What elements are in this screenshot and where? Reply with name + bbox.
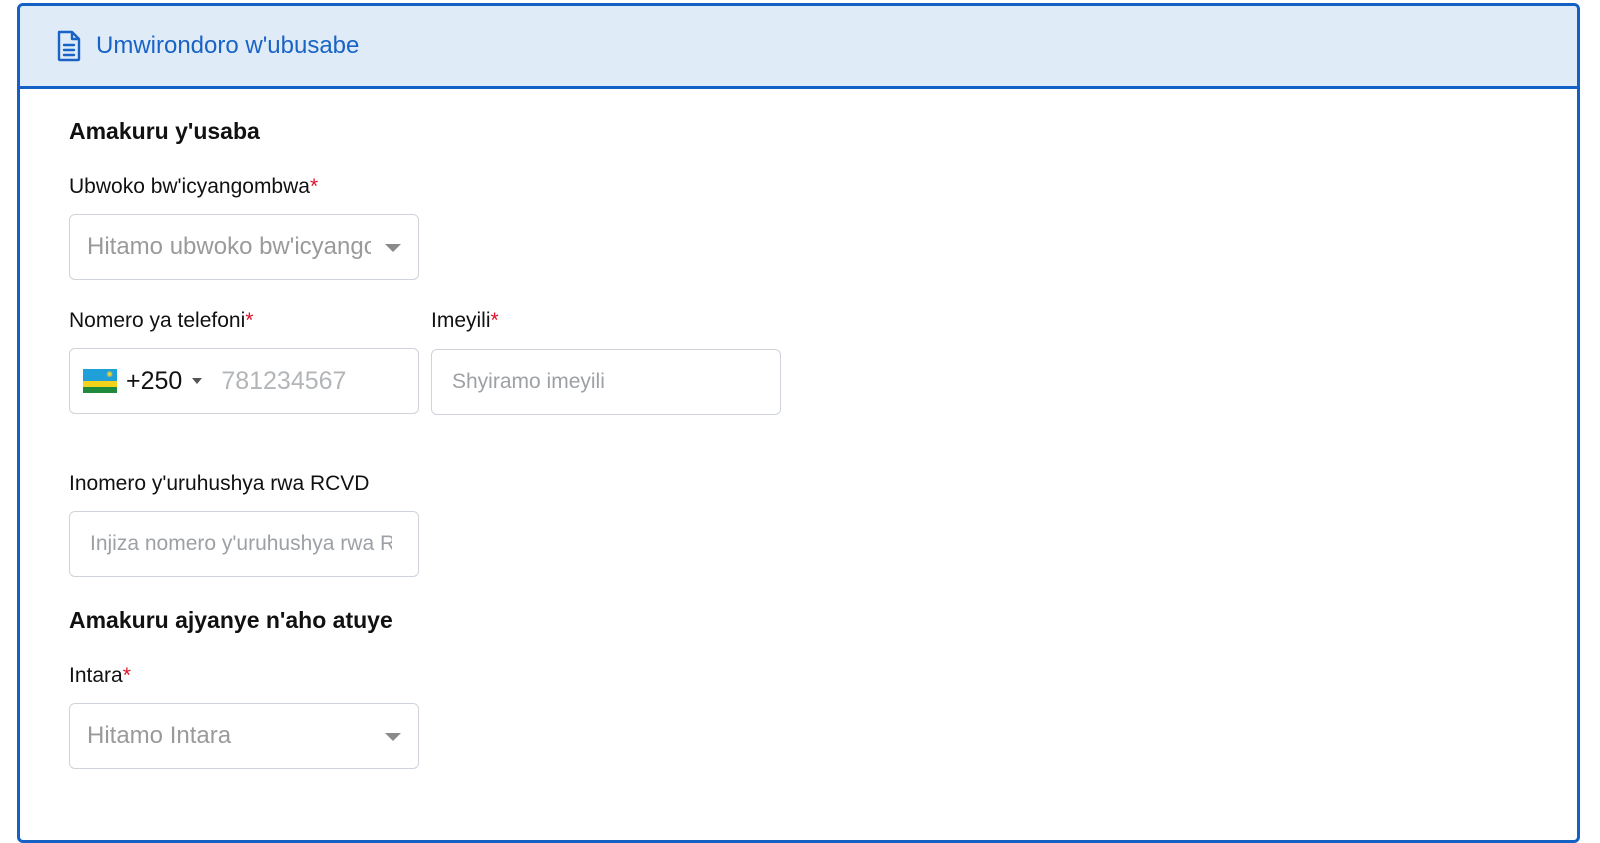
- rcvd-license-input-placeholder: Injiza nomero y'uruhushya rwa RCVD: [90, 532, 392, 555]
- province-select-placeholder: Hitamo Intara: [87, 722, 232, 749]
- province-label-text: Intara: [69, 664, 123, 687]
- phone-label: Nomero ya telefoni*: [69, 309, 253, 333]
- document-type-select[interactable]: Hitamo ubwoko bw'icyangombwa: [69, 214, 419, 280]
- email-input[interactable]: Shyiramo imeyili: [431, 349, 781, 415]
- document-icon: [56, 29, 86, 63]
- rcvd-license-input[interactable]: Injiza nomero y'uruhushya rwa RCVD: [69, 511, 419, 577]
- phone-label-text: Nomero ya telefoni: [69, 309, 246, 332]
- phone-field: ✺ +250 781234567: [69, 348, 419, 414]
- required-mark: *: [122, 664, 131, 687]
- application-profile-card: Umwirondoro w'ubusabe Amakuru y'usaba Ub…: [17, 3, 1580, 843]
- email-input-placeholder: Shyiramo imeyili: [452, 370, 605, 393]
- required-mark: *: [490, 309, 499, 332]
- chevron-down-icon: [385, 733, 401, 741]
- document-type-label-text: Ubwoko bw'icyangombwa: [69, 175, 310, 198]
- rwanda-flag-icon[interactable]: ✺: [83, 369, 117, 393]
- province-label: Intara*: [69, 664, 131, 688]
- required-mark: *: [309, 175, 319, 198]
- document-type-label: Ubwoko bw'icyangombwa*: [69, 175, 318, 199]
- section-title-residence: Amakuru ajyanye n'aho atuye: [69, 607, 393, 633]
- caret-down-icon[interactable]: [192, 378, 203, 384]
- section-title-applicant: Amakuru y'usaba: [69, 118, 260, 144]
- rcvd-license-label: Inomero y'uruhushya rwa RCVD: [69, 472, 370, 495]
- phone-input[interactable]: 781234567: [221, 367, 346, 396]
- dial-code-selector[interactable]: +250: [126, 367, 182, 396]
- chevron-down-icon: [385, 244, 401, 252]
- card-header: Umwirondoro w'ubusabe: [20, 6, 1577, 89]
- email-label: Imeyili*: [431, 309, 499, 333]
- card-title: Umwirondoro w'ubusabe: [96, 32, 360, 59]
- email-label-text: Imeyili: [431, 309, 491, 332]
- required-mark: *: [245, 309, 254, 332]
- document-type-select-placeholder: Hitamo ubwoko bw'icyangombwa: [87, 233, 371, 260]
- province-select[interactable]: Hitamo Intara: [69, 703, 419, 769]
